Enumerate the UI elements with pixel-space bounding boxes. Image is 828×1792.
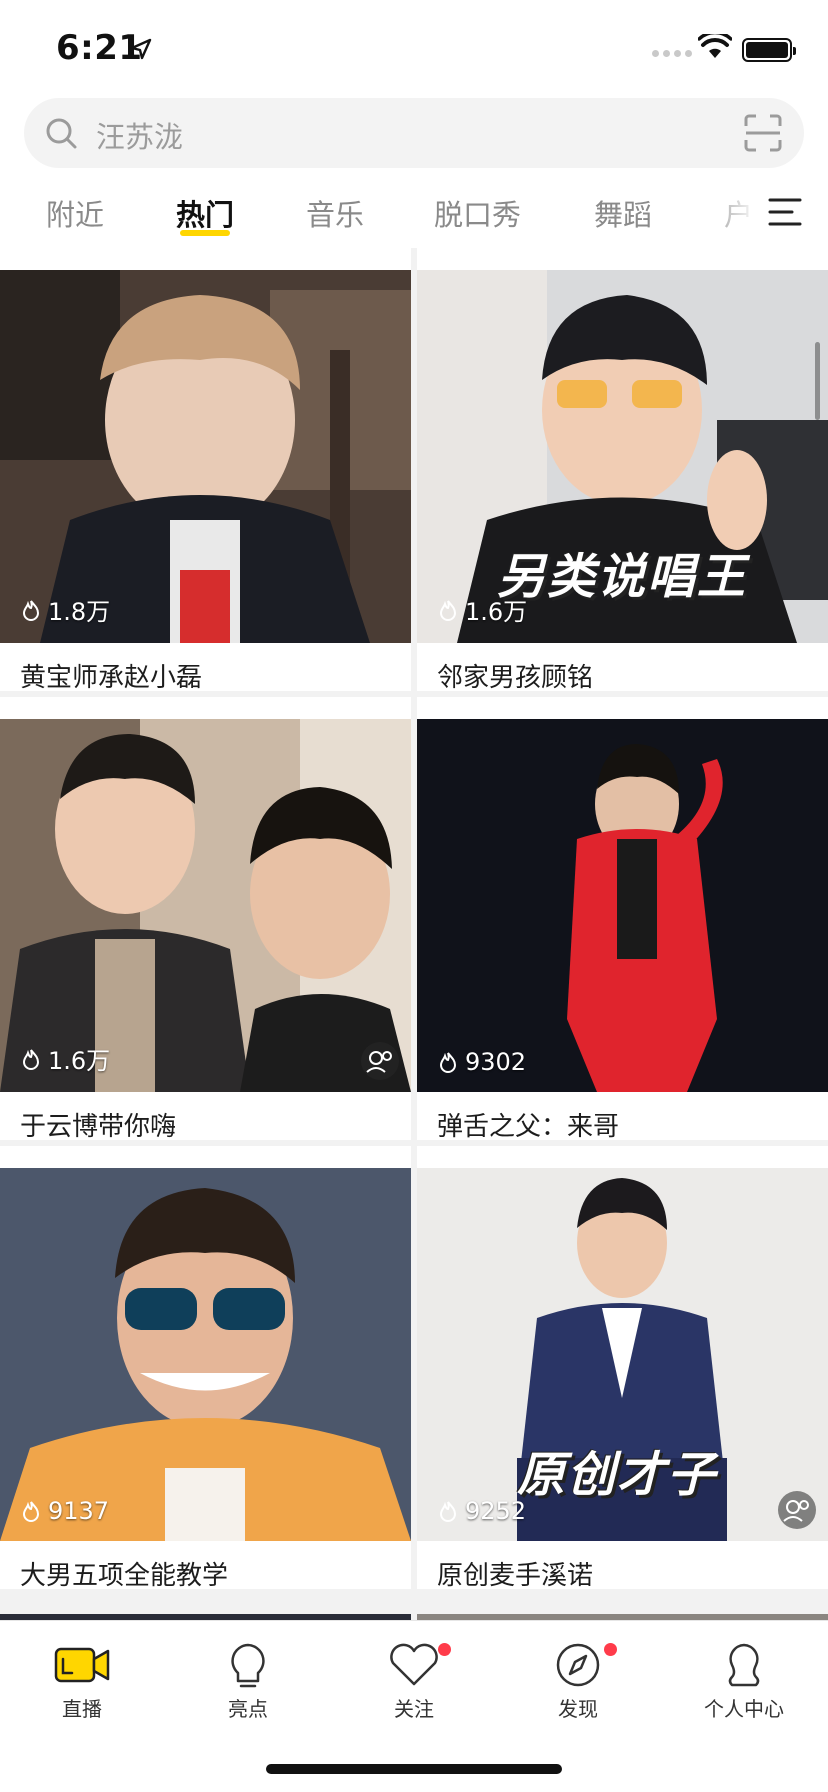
- live-card[interactable]: 9302 弹舌之父：来哥: [417, 697, 828, 1140]
- nav-discover[interactable]: 发现: [518, 1641, 638, 1741]
- flame-icon: [22, 1048, 40, 1070]
- viewer-count: 1.6万: [20, 1041, 110, 1076]
- viewer-count: 9252: [437, 1497, 526, 1525]
- wifi-icon: [698, 34, 732, 58]
- compass-icon: [556, 1643, 600, 1687]
- search-icon: [46, 118, 77, 149]
- tabs-fade: [700, 186, 828, 248]
- live-card[interactable]: 另类说唱王 1.6万 邻家男孩顾铭: [417, 248, 828, 691]
- viewer-count-value: 9252: [465, 1497, 527, 1525]
- scan-icon[interactable]: [744, 114, 782, 152]
- viewer-count-value: 1.8万: [48, 598, 111, 626]
- live-card[interactable]: 9137 大男五项全能教学: [0, 1146, 411, 1589]
- live-card-title: 于云博带你嗨: [20, 1112, 177, 1140]
- notification-dot: [604, 1643, 617, 1656]
- live-card-title: 大男五项全能教学: [20, 1561, 229, 1589]
- co-host-icon: [361, 1042, 399, 1080]
- nav-profile[interactable]: 个人中心: [684, 1641, 804, 1741]
- viewer-count: 1.8万: [20, 592, 110, 627]
- nav-highlights[interactable]: 亮点: [188, 1641, 308, 1741]
- thumbnail-overlay-text: 原创才子: [517, 1447, 718, 1503]
- nav-label: 发现: [558, 1697, 598, 1721]
- location-arrow-icon: [130, 38, 152, 60]
- home-indicator: [266, 1764, 562, 1774]
- live-card-title: 黄宝师承赵小磊: [20, 663, 203, 691]
- live-thumbnail: 9302: [417, 719, 828, 1092]
- search-bar[interactable]: 汪苏泷: [24, 98, 804, 168]
- live-thumbnail: 原创才子 9252: [417, 1168, 828, 1541]
- nav-live[interactable]: 直播: [22, 1641, 142, 1741]
- live-room-grid: 1.8万 黄宝师承赵小磊 另类说唱王 1.6万 邻家男孩顾铭 1.6万 于云博带…: [0, 248, 828, 1620]
- category-tabs: 附近 热门 音乐 脱口秀 舞蹈 户: [0, 186, 828, 248]
- profile-icon: [728, 1643, 760, 1687]
- live-card[interactable]: 1.8万 黄宝师承赵小磊: [0, 248, 411, 691]
- thumbnail-overlay-text: 另类说唱王: [497, 549, 748, 605]
- flame-icon: [439, 1501, 457, 1522]
- viewer-count-value: 1.6万: [465, 598, 528, 626]
- viewer-count: 9137: [20, 1497, 109, 1525]
- scrollbar[interactable]: [815, 342, 820, 420]
- co-host-icon: [778, 1491, 816, 1529]
- viewer-count: 1.6万: [437, 592, 527, 627]
- live-thumbnail: 另类说唱王 1.6万: [417, 270, 828, 643]
- viewer-count: 9302: [437, 1048, 526, 1076]
- tab-music[interactable]: 音乐: [306, 192, 364, 234]
- flame-icon: [22, 1501, 40, 1522]
- nav-label: 直播: [62, 1697, 102, 1721]
- viewer-count-value: 1.6万: [48, 1047, 111, 1075]
- live-thumbnail: 1.8万: [0, 270, 411, 643]
- live-card[interactable]: 原创才子 9252 原创麦手溪诺: [417, 1146, 828, 1589]
- live-card-title: 邻家男孩顾铭: [437, 663, 594, 691]
- heart-icon: [390, 1643, 438, 1686]
- live-thumbnail: 9137: [0, 1168, 411, 1541]
- live-card-title: 原创麦手溪诺: [437, 1561, 594, 1589]
- flame-icon: [439, 599, 457, 621]
- nav-label: 亮点: [228, 1697, 268, 1721]
- tab-nearby[interactable]: 附近: [46, 192, 104, 234]
- viewer-count-value: 9302: [465, 1048, 527, 1076]
- tab-dance[interactable]: 舞蹈: [594, 192, 652, 234]
- active-tab-indicator: [180, 230, 230, 236]
- tab-talk-show[interactable]: 脱口秀: [434, 192, 521, 234]
- search-input[interactable]: 汪苏泷: [96, 114, 183, 156]
- lightbulb-icon: [231, 1643, 265, 1688]
- menu-icon[interactable]: [768, 196, 802, 228]
- cellular-signal-icon: [652, 50, 692, 57]
- viewer-count-value: 9137: [48, 1497, 110, 1525]
- live-card-title: 弹舌之父：来哥: [437, 1112, 620, 1140]
- battery-icon: [742, 38, 796, 62]
- live-camera-icon: [54, 1647, 110, 1683]
- flame-icon: [439, 1052, 457, 1073]
- tab-hot[interactable]: 热门: [176, 192, 234, 234]
- nav-following[interactable]: 关注: [354, 1641, 474, 1741]
- flame-icon: [22, 599, 40, 621]
- nav-label: 个人中心: [704, 1697, 784, 1721]
- notification-dot: [438, 1643, 451, 1656]
- live-card[interactable]: 1.6万 于云博带你嗨: [0, 697, 411, 1140]
- nav-label: 关注: [394, 1697, 434, 1721]
- status-bar: 6:21: [0, 0, 828, 96]
- live-thumbnail: 1.6万: [0, 719, 411, 1092]
